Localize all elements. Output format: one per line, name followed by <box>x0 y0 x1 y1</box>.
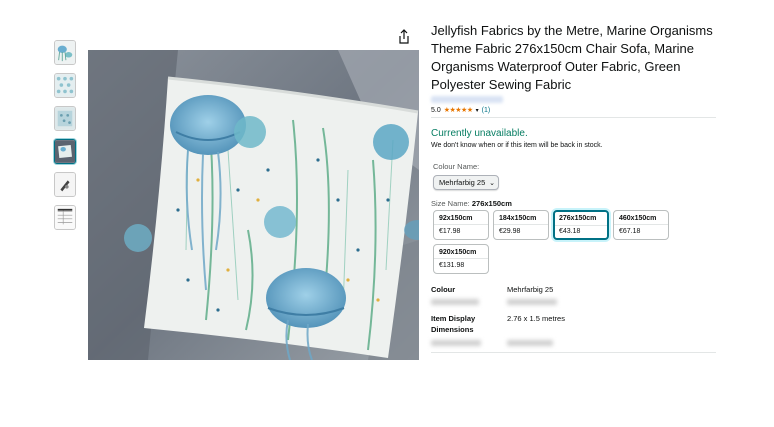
size-label-text: Size Name: <box>431 199 470 208</box>
rating-row[interactable]: 5.0 ★★★★★ ▾ (1) <box>431 106 491 115</box>
thumbnail-fabric-icon <box>55 107 75 130</box>
size-option-184x150[interactable]: 184x150cm €29.98 <box>493 210 549 240</box>
product-title: Jellyfish Fabrics by the Metre, Marine O… <box>431 23 713 92</box>
jellyfish-pillow-image <box>88 50 419 360</box>
thumbnail-sewing-icon <box>55 173 75 196</box>
share-arrow-glyph <box>399 29 409 44</box>
size-option-price: €67.18 <box>619 228 641 235</box>
size-option-price: €29.98 <box>499 228 521 235</box>
thumbnail-pattern-icon <box>55 74 75 97</box>
colour-label: Colour Name: <box>433 162 480 171</box>
share-icon[interactable] <box>397 29 411 45</box>
availability-status: Currently unavailable. <box>431 128 528 139</box>
size-option-divider <box>555 225 607 226</box>
thumbnail-size-chart-icon <box>55 206 75 229</box>
thumbnail-4-selected[interactable] <box>54 139 76 164</box>
size-option-name: 920x150cm <box>439 249 477 256</box>
size-option-460x150[interactable]: 460x150cm €67.18 <box>613 210 669 240</box>
spec-key-redacted <box>431 299 479 305</box>
colour-selected-value: Mehrfarbig 25 <box>439 178 486 187</box>
size-option-price: €17.98 <box>439 228 461 235</box>
size-option-divider <box>614 224 668 225</box>
thumbnail-5[interactable] <box>54 172 76 197</box>
thumbnail-1[interactable] <box>54 40 76 65</box>
thumbnail-pillow-icon <box>55 140 75 163</box>
size-option-name: 184x150cm <box>499 215 537 222</box>
thumbnail-strip <box>54 40 78 238</box>
spec-key-dimensions: Item Display Dimensions <box>431 314 476 334</box>
size-option-price: €131.98 <box>439 262 465 269</box>
size-option-divider <box>434 258 488 259</box>
thumbnail-3[interactable] <box>54 106 76 131</box>
spec-key-colour: Colour <box>431 285 456 294</box>
thumbnail-6[interactable] <box>54 205 76 230</box>
spec-value-dimensions: 2.76 x 1.5 metres <box>507 314 565 323</box>
star-icon: ★★★★★ <box>443 107 473 114</box>
size-option-920x150[interactable]: 920x150cm €131.98 <box>433 244 489 274</box>
main-product-image[interactable] <box>88 50 419 360</box>
size-option-price: €43.18 <box>559 228 581 235</box>
spec-value-redacted <box>507 299 557 305</box>
size-option-276x150-selected[interactable]: 276x150cm €43.18 <box>553 210 609 240</box>
size-selected-value: 276x150cm <box>471 199 512 208</box>
divider <box>431 117 716 118</box>
chevron-down-icon: ▾ <box>475 107 479 114</box>
colour-dropdown[interactable]: Mehrfarbig 25 ⌄ <box>433 175 499 190</box>
spec-key-redacted <box>431 340 481 346</box>
chevron-down-icon: ⌄ <box>489 179 495 187</box>
size-option-divider <box>494 224 548 225</box>
divider <box>431 352 716 353</box>
spec-value-colour: Mehrfarbig 25 <box>507 285 554 294</box>
size-option-name: 276x150cm <box>559 215 597 222</box>
rating-count[interactable]: (1) <box>482 107 491 114</box>
spec-value-redacted <box>507 340 553 346</box>
thumbnail-jellyfish-icon <box>55 41 75 64</box>
rating-value: 5.0 <box>431 106 441 114</box>
availability-note: We don't know when or if this item will … <box>431 142 603 149</box>
size-option-name: 92x150cm <box>439 215 473 222</box>
size-label: Size Name: 276x150cm <box>431 199 512 208</box>
thumbnail-2[interactable] <box>54 73 76 98</box>
store-link-redacted[interactable] <box>431 96 503 103</box>
size-option-92x150[interactable]: 92x150cm €17.98 <box>433 210 489 240</box>
size-option-divider <box>434 224 488 225</box>
size-option-name: 460x150cm <box>619 215 657 222</box>
